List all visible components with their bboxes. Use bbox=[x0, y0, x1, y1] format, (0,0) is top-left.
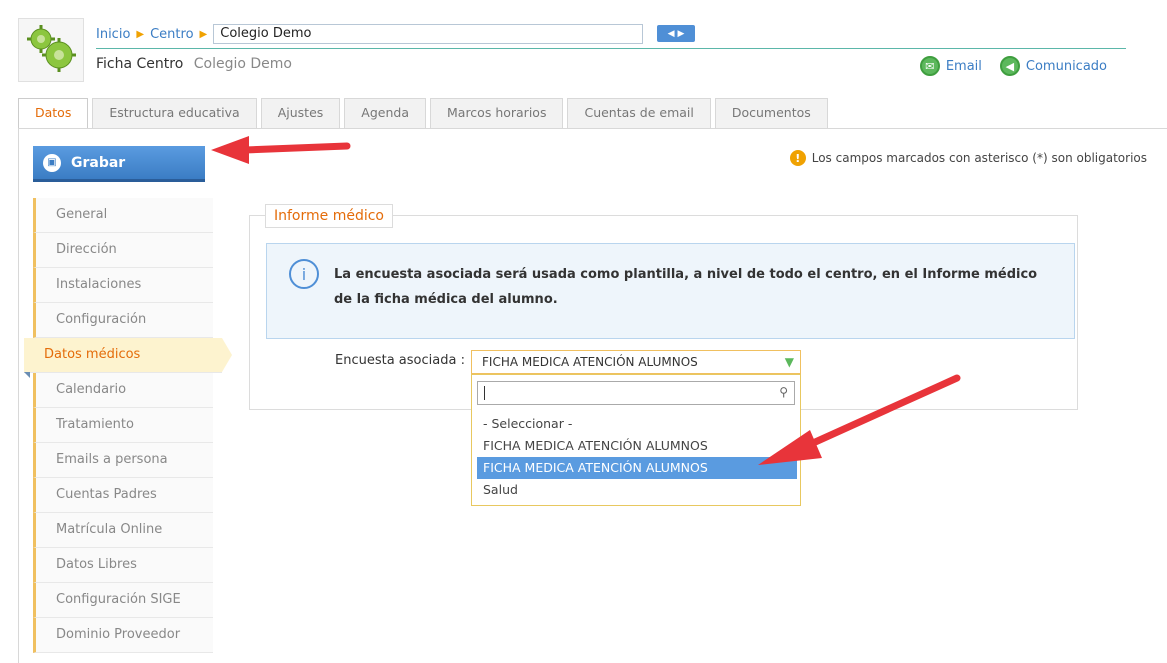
sidebar-item-datos-medicos[interactable]: Datos médicos bbox=[24, 338, 232, 378]
sidebar-item-dominio-proveedor[interactable]: Dominio Proveedor bbox=[33, 618, 213, 653]
save-button-label: Grabar bbox=[71, 154, 126, 171]
prev-next-arrows-button[interactable]: ◀ ▶ bbox=[657, 25, 695, 42]
tab-ajustes[interactable]: Ajustes bbox=[260, 98, 341, 128]
sidebar-item-calendario[interactable]: Calendario bbox=[33, 373, 213, 408]
sidebar-item-general[interactable]: General bbox=[33, 198, 213, 233]
annotation-arrow-option bbox=[758, 374, 961, 465]
arrow-right-icon[interactable]: ▶ bbox=[678, 29, 685, 39]
required-fields-note: ! Los campos marcados con asterisco (*) … bbox=[789, 150, 1147, 166]
tab-agenda[interactable]: Agenda bbox=[344, 98, 426, 128]
tab-datos[interactable]: Datos bbox=[18, 98, 89, 129]
sidebar-item-configuracion[interactable]: Configuración bbox=[33, 303, 213, 338]
chevron-right-icon: ▶ bbox=[136, 28, 145, 40]
envelope-icon: ✉ bbox=[919, 56, 940, 76]
breadcrumb-home-link[interactable]: Inicio bbox=[96, 27, 130, 42]
page-title-main: Ficha Centro bbox=[96, 56, 184, 72]
dropdown-option[interactable]: FICHA MEDICA ATENCIÓN ALUMNOS bbox=[477, 435, 797, 457]
arrow-left-icon[interactable]: ◀ bbox=[668, 29, 675, 39]
tab-cuentas-de-email[interactable]: Cuentas de email bbox=[567, 98, 711, 128]
header-actions: ✉ Email ◀ Comunicado bbox=[919, 56, 1107, 76]
sidebar-item-instalaciones[interactable]: Instalaciones bbox=[33, 268, 213, 303]
floppy-disk-icon: ▣ bbox=[43, 153, 61, 172]
sidebar-item-tratamiento[interactable]: Tratamiento bbox=[33, 408, 213, 443]
header-divider bbox=[96, 48, 1126, 49]
encuesta-asociada-label: Encuesta asociada : bbox=[335, 353, 465, 368]
required-note-text: Los campos marcados con asterisco (*) so… bbox=[811, 151, 1147, 165]
page-title-sub: Colegio Demo bbox=[193, 56, 292, 72]
app-header: Inicio ▶ Centro ▶ Colegio Demo ◀ ▶ Ficha… bbox=[0, 0, 1167, 88]
info-text: La encuesta asociada será usada como pla… bbox=[334, 267, 1038, 307]
dropdown-search-input[interactable]: ⚲ bbox=[477, 381, 795, 405]
save-button[interactable]: ▣ Grabar bbox=[33, 146, 205, 182]
sidebar-item-cuentas-padres[interactable]: Cuentas Padres bbox=[33, 478, 213, 513]
exclamation-icon: ! bbox=[789, 150, 806, 166]
email-button[interactable]: ✉ Email bbox=[919, 56, 982, 76]
sidebar-item-configuracion-sige[interactable]: Configuración SIGE bbox=[33, 583, 213, 618]
sidebar-nav: General Dirección Instalaciones Configur… bbox=[24, 198, 232, 653]
breadcrumb: Inicio ▶ Centro ▶ Colegio Demo bbox=[96, 24, 644, 44]
text-cursor bbox=[484, 386, 485, 400]
annotation-arrow-save bbox=[211, 136, 351, 164]
chevron-right-icon: ▶ bbox=[199, 28, 208, 40]
sidebar-item-emails-a-persona[interactable]: Emails a persona bbox=[33, 443, 213, 478]
info-icon: i bbox=[289, 259, 319, 289]
dropdown-option-highlighted[interactable]: FICHA MEDICA ATENCIÓN ALUMNOS bbox=[477, 457, 797, 479]
tab-estructura-educativa[interactable]: Estructura educativa bbox=[92, 98, 257, 128]
dropdown-option[interactable]: Salud bbox=[477, 479, 797, 501]
dropdown-options: - Seleccionar - FICHA MEDICA ATENCIÓN AL… bbox=[477, 413, 797, 501]
tab-marcos-horarios[interactable]: Marcos horarios bbox=[430, 98, 564, 128]
breadcrumb-section-link[interactable]: Centro bbox=[150, 27, 193, 42]
comunicado-button[interactable]: ◀ Comunicado bbox=[999, 56, 1107, 76]
dropdown-option[interactable]: - Seleccionar - bbox=[477, 413, 797, 435]
sidebar-item-direccion[interactable]: Dirección bbox=[33, 233, 213, 268]
panel-legend: Informe médico bbox=[265, 204, 393, 228]
megaphone-icon: ◀ bbox=[999, 56, 1020, 76]
sidebar-item-matricula-online[interactable]: Matrícula Online bbox=[33, 513, 213, 548]
email-label: Email bbox=[945, 58, 982, 74]
gears-logo-icon bbox=[18, 18, 84, 82]
comunicado-label: Comunicado bbox=[1025, 58, 1107, 74]
tab-documentos[interactable]: Documentos bbox=[714, 98, 828, 128]
main-tabs: Datos Estructura educativa Ajustes Agend… bbox=[18, 98, 828, 129]
page-title: Ficha Centro Colegio Demo bbox=[96, 56, 292, 72]
breadcrumb-current-field[interactable]: Colegio Demo bbox=[213, 24, 644, 44]
sidebar-item-datos-libres[interactable]: Datos Libres bbox=[33, 548, 213, 583]
select-value: FICHA MEDICA ATENCIÓN ALUMNOS bbox=[482, 355, 698, 369]
